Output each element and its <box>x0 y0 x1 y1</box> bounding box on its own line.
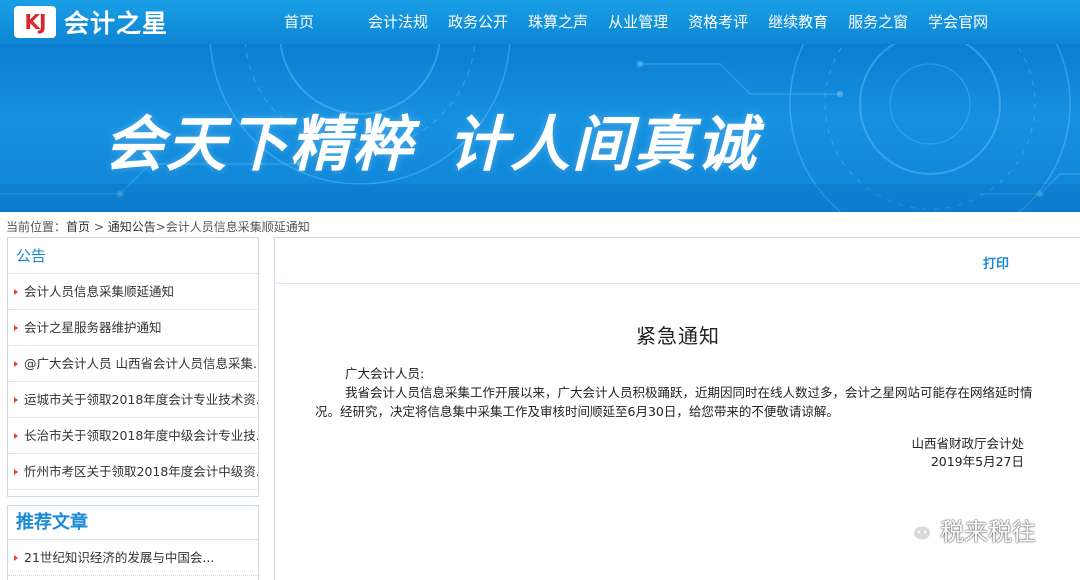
article-date: 2019年5月27日 <box>930 454 1024 469</box>
logo-name: 会计之星 <box>64 9 169 38</box>
wechat-icon <box>901 517 932 541</box>
bullet-arrow-icon <box>14 555 18 561</box>
notice-panel: 公告 会计人员信息采集顺延通知 会计之星服务器维护通知 @广大会计人员 山西省会… <box>7 237 259 497</box>
banner: 会天下精粹 计人间真诚 <box>0 44 1080 212</box>
nav-item-practice-management[interactable]: 从业管理 <box>598 0 678 44</box>
recommend-label: 21世纪知识经济的发展与中国会... <box>24 550 215 565</box>
bullet-arrow-icon <box>14 325 18 331</box>
notice-label: 会计人员信息采集顺延通知 <box>24 284 175 299</box>
list-item[interactable]: 长治市关于领取2018年度中级会计专业技... <box>8 418 258 454</box>
notice-panel-title: 公告 <box>8 238 258 274</box>
recommend-list: 21世纪知识经济的发展与中国会... <box>8 540 258 576</box>
watermark: 税来税往 <box>900 512 1036 547</box>
nav-item-abacus-voice[interactable]: 珠算之声 <box>518 0 598 44</box>
article-salutation: 广大会计人员: <box>345 366 425 381</box>
breadcrumb-section-link[interactable]: 通知公告 <box>108 220 156 234</box>
notice-label: 忻州市考区关于领取2018年度会计中级资... <box>24 464 258 479</box>
bullet-arrow-icon <box>14 397 18 403</box>
notice-label: @广大会计人员 山西省会计人员信息采集... <box>24 356 258 371</box>
list-item[interactable]: 忻州市考区关于领取2018年度会计中级资... <box>8 454 258 490</box>
article-title: 紧急通知 <box>636 324 720 348</box>
breadcrumb-current: >会计人员信息采集顺延通知 <box>155 220 310 234</box>
breadcrumb-separator: > <box>90 220 108 234</box>
notice-label: 运城市关于领取2018年度会计专业技术资... <box>24 392 258 407</box>
notice-list: 会计人员信息采集顺延通知 会计之星服务器维护通知 @广大会计人员 山西省会计人员… <box>8 274 258 490</box>
banner-slogan: 会天下精粹 计人间真诚 <box>104 96 758 183</box>
bullet-arrow-icon <box>14 361 18 367</box>
nav-item-home[interactable]: 首页 <box>274 0 324 44</box>
bullet-arrow-icon <box>14 469 18 475</box>
nav-item-regulations[interactable]: 会计法规 <box>358 0 438 44</box>
site-header: KJ 会计之星 首页 会计法规 政务公开 珠算之声 从业管理 资格考评 继续教育… <box>0 0 1080 44</box>
breadcrumb-home-link[interactable]: 首页 <box>66 220 90 234</box>
nav-item-qualification-exam[interactable]: 资格考评 <box>678 0 758 44</box>
slogan-right: 计人间真诚 <box>448 110 758 180</box>
nav-item-continuing-education[interactable]: 继续教育 <box>758 0 838 44</box>
slogan-left: 会天下精粹 <box>104 110 414 180</box>
recommend-panel: 推荐文章 21世纪知识经济的发展与中国会... <box>7 505 259 580</box>
notice-label: 会计之星服务器维护通知 <box>24 320 162 335</box>
notice-label: 长治市关于领取2018年度中级会计专业技... <box>24 428 258 443</box>
logo-mark-text: KJ <box>24 10 47 34</box>
list-item[interactable]: 会计人员信息采集顺延通知 <box>8 274 258 310</box>
list-item[interactable]: 运城市关于领取2018年度会计专业技术资... <box>8 382 258 418</box>
nav-item-government-affairs[interactable]: 政务公开 <box>438 0 518 44</box>
bullet-arrow-icon <box>14 433 18 439</box>
breadcrumb: 当前位置：首页 > 通知公告>会计人员信息采集顺延通知 <box>6 218 310 235</box>
breadcrumb-prefix: 当前位置： <box>6 220 67 234</box>
nav-item-society-site[interactable]: 学会官网 <box>918 0 998 44</box>
watermark-text: 税来税往 <box>940 518 1036 546</box>
bullet-arrow-icon <box>14 289 18 295</box>
recommend-panel-title: 推荐文章 <box>8 506 258 540</box>
list-item[interactable]: 21世纪知识经济的发展与中国会... <box>8 540 258 576</box>
article-body: 广大会计人员: 我省会计人员信息采集工作开展以来，广大会计人员积极踊跃，近期因同… <box>315 364 1055 421</box>
article-signature: 山西省财政厅会计处 <box>911 436 1024 451</box>
site-logo[interactable]: KJ 会计之星 <box>0 0 250 44</box>
list-item[interactable]: 会计之星服务器维护通知 <box>8 310 258 346</box>
print-button[interactable]: 打印 <box>983 253 1009 272</box>
nav-item-service-window[interactable]: 服务之窗 <box>838 0 918 44</box>
logo-mark-icon: KJ <box>14 6 56 38</box>
main-nav: 首页 会计法规 政务公开 珠算之声 从业管理 资格考评 继续教育 服务之窗 学会… <box>274 0 998 44</box>
article-paragraph: 我省会计人员信息采集工作开展以来，广大会计人员积极踊跃，近期因同时在线人数过多，… <box>315 385 1033 419</box>
list-item[interactable]: @广大会计人员 山西省会计人员信息采集... <box>8 346 258 382</box>
article-toolbar: 打印 <box>275 238 1080 284</box>
